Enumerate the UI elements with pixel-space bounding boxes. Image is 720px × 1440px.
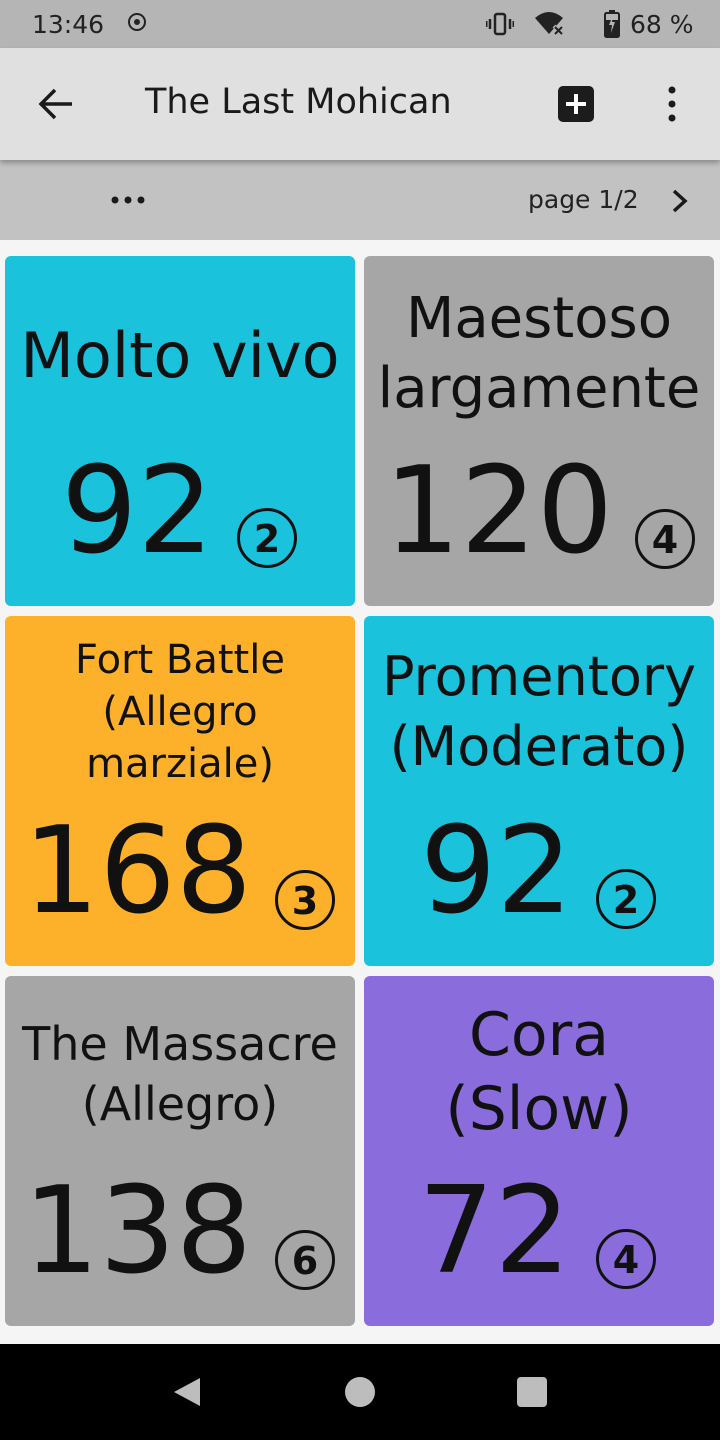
tile-name: Maestoso largamente [377, 286, 701, 421]
beat-count-badge: 4 [635, 509, 695, 569]
beat-count-badge: 4 [596, 1229, 656, 1289]
tempo-tile[interactable]: Promentory (Moderato) 92 2 [364, 616, 714, 966]
add-box-icon[interactable] [558, 86, 594, 122]
more-vertical-icon[interactable] [662, 86, 682, 122]
tempo-tile[interactable]: Fort Battle (Allegro marziale) 168 3 [5, 616, 355, 966]
app-bar: The Last Mohican [0, 48, 720, 160]
tile-name: Fort Battle (Allegro marziale) [75, 637, 285, 787]
tile-name: Promentory (Moderato) [381, 645, 697, 778]
page-title: The Last Mohican [145, 82, 452, 122]
wifi-icon [535, 12, 564, 36]
tile-bpm: 92 [420, 802, 573, 941]
more-horizontal-icon[interactable] [108, 186, 148, 214]
tile-bpm: 138 [23, 1162, 253, 1301]
tempo-tile[interactable]: Maestoso largamente 120 4 [364, 256, 714, 606]
tempo-tile[interactable]: The Massacre (Allegro) 138 6 [5, 976, 355, 1326]
system-nav-bar [0, 1344, 720, 1440]
tile-bpm: 72 [418, 1162, 571, 1301]
tempo-tile[interactable]: Molto vivo 92 2 [5, 256, 355, 606]
battery-icon [604, 10, 620, 38]
tempo-tile[interactable]: Cora (Slow) 72 4 [364, 976, 714, 1326]
back-arrow-icon[interactable] [36, 84, 76, 124]
beat-count-badge: 3 [275, 870, 335, 930]
battery-percent: 68 % [630, 10, 694, 39]
tile-name: Cora (Slow) [445, 1000, 633, 1144]
tile-name: Molto vivo [20, 319, 340, 392]
chevron-right-icon[interactable] [666, 186, 694, 216]
page-indicator: page 1/2 [528, 185, 639, 214]
vibrate-icon [486, 12, 514, 36]
nav-back-icon[interactable] [172, 1376, 202, 1408]
status-bar: 13:46 68 % [0, 0, 720, 48]
tile-name: The Massacre (Allegro) [22, 1017, 338, 1131]
nav-recents-icon[interactable] [517, 1377, 547, 1407]
beat-count-badge: 6 [275, 1230, 335, 1290]
page-nav-bar: page 1/2 [0, 160, 720, 240]
tile-bpm: 120 [384, 442, 614, 581]
tile-bpm: 92 [61, 442, 214, 581]
beat-count-badge: 2 [237, 508, 297, 568]
tile-bpm: 168 [23, 802, 253, 941]
nav-home-icon[interactable] [345, 1377, 375, 1407]
beat-count-badge: 2 [596, 869, 656, 929]
circle-dot-icon [128, 13, 146, 31]
status-time: 13:46 [32, 10, 105, 39]
